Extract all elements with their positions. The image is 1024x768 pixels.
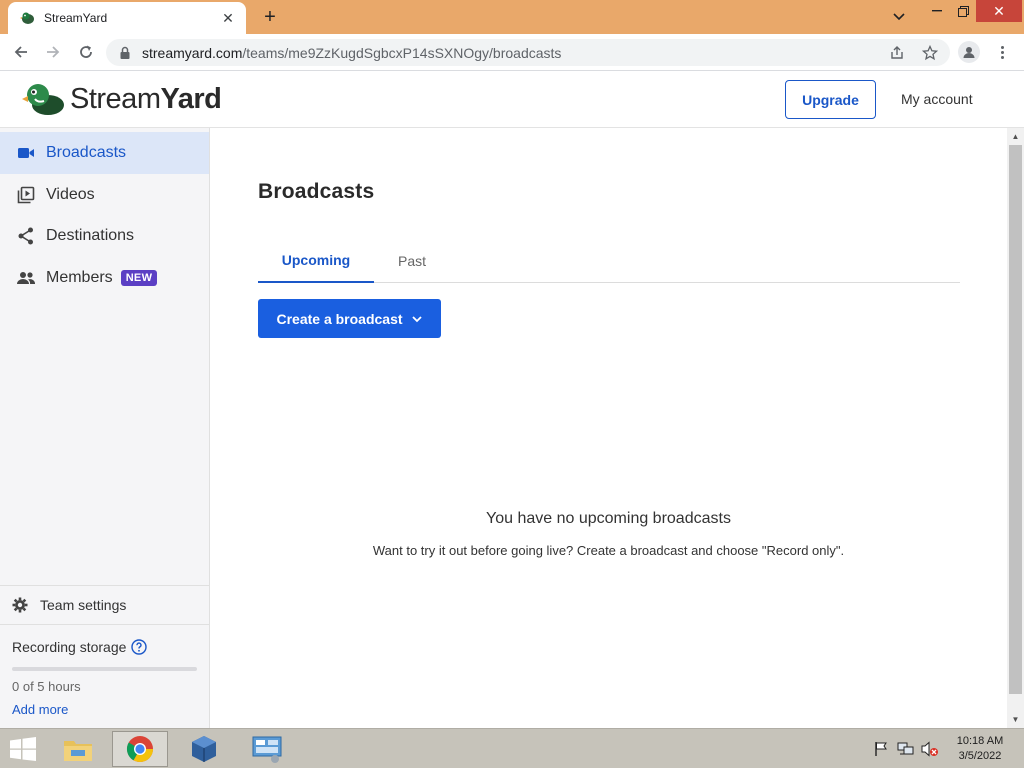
tab-past[interactable]: Past (374, 238, 450, 283)
video-library-icon (16, 185, 36, 205)
storage-progress-bar (12, 667, 197, 671)
sidebar-item-label: Destinations (46, 227, 135, 244)
recording-storage-label: Recording storage (12, 639, 148, 655)
broadcast-tabs: Upcoming Past (258, 238, 960, 283)
action-center-flag-icon[interactable] (872, 741, 890, 757)
new-tab-button[interactable]: + (258, 6, 282, 28)
sidebar-item-destinations[interactable]: Destinations (0, 215, 209, 257)
file-explorer-taskbar-icon[interactable] (50, 731, 106, 767)
main-content: Broadcasts Upcoming Past Create a broadc… (210, 128, 1007, 728)
clock-date: 3/5/2022 (958, 750, 1002, 762)
tab-search-chevron-icon[interactable] (888, 6, 910, 28)
add-more-link[interactable]: Add more (12, 702, 68, 717)
scroll-up-arrow-icon[interactable]: ▲ (1007, 128, 1024, 145)
window-restore-button[interactable] (950, 0, 976, 22)
sidebar-divider (0, 624, 209, 625)
people-icon (16, 268, 36, 288)
browser-menu-kebab-icon[interactable] (994, 42, 1010, 62)
forward-arrow-icon[interactable] (42, 41, 64, 63)
team-settings-link[interactable]: Team settings (0, 586, 209, 624)
sidebar-item-label: Broadcasts (46, 144, 127, 161)
taskbar-clock[interactable]: 10:18 AM 3/5/2022 (946, 734, 1014, 764)
chrome-taskbar-icon[interactable] (112, 731, 168, 767)
address-bar[interactable]: streamyard.com/teams/me9ZzKugdSgbcxP14sS… (106, 39, 950, 66)
bookmark-star-icon[interactable] (921, 44, 939, 62)
browser-toolbar: streamyard.com/teams/me9ZzKugdSgbcxP14sS… (0, 34, 1024, 71)
control-panel-taskbar-icon[interactable] (239, 731, 295, 767)
duck-logo-icon (22, 84, 64, 115)
chevron-down-icon (411, 315, 422, 322)
windows-taskbar: 10:18 AM 3/5/2022 (0, 728, 1024, 768)
create-broadcast-button[interactable]: Create a broadcast (258, 299, 441, 338)
sidebar-item-members[interactable]: Members NEW (0, 257, 209, 299)
window-close-button[interactable]: ✕ (976, 0, 1022, 22)
tab-close-icon[interactable]: ✕ (220, 10, 236, 26)
volume-muted-icon[interactable] (921, 741, 939, 757)
browser-tab-strip: StreamYard ✕ + ✕ (0, 0, 1024, 34)
window-minimize-button[interactable] (924, 0, 950, 22)
sidebar-item-label: Members (46, 269, 113, 286)
tab-upcoming[interactable]: Upcoming (258, 238, 374, 283)
share-page-icon[interactable] (888, 44, 906, 62)
new-badge: NEW (120, 270, 158, 286)
streamyard-favicon-icon (20, 12, 34, 24)
sidebar-item-videos[interactable]: Videos (0, 174, 209, 216)
my-account-link[interactable]: My account (901, 91, 973, 107)
share-icon (16, 226, 36, 246)
reload-icon[interactable] (75, 41, 97, 63)
url-host: streamyard.com (142, 44, 243, 61)
scroll-down-arrow-icon[interactable]: ▼ (1007, 711, 1024, 728)
app-header: StreamYard Upgrade My account (0, 71, 1024, 128)
video-camera-icon (16, 143, 36, 163)
virtualbox-taskbar-icon[interactable] (176, 731, 232, 767)
network-icon[interactable] (897, 741, 915, 757)
clock-time: 10:18 AM (956, 735, 1004, 747)
team-settings-label: Team settings (40, 597, 127, 613)
url-text: streamyard.com/teams/me9ZzKugdSgbcxP14sS… (142, 45, 561, 61)
create-broadcast-label: Create a broadcast (276, 310, 403, 327)
url-path: /teams/me9ZzKugdSgbcxP14sSXNOgy/broadcas… (242, 44, 562, 61)
tab-title: StreamYard (44, 11, 108, 25)
recording-storage-text: Recording storage (12, 639, 127, 655)
logo-text-stream: Stream (70, 82, 161, 115)
storage-used-text: 0 of 5 hours (12, 679, 81, 694)
logo-wordmark: StreamYard (70, 82, 222, 116)
back-arrow-icon[interactable] (10, 41, 32, 63)
empty-state-title: You have no upcoming broadcasts (486, 510, 731, 527)
scroll-thumb[interactable] (1009, 145, 1022, 694)
browser-tab[interactable]: StreamYard ✕ (8, 2, 246, 34)
sidebar: Broadcasts Videos Destinations Members N… (0, 128, 210, 728)
gear-icon (12, 597, 28, 613)
page-scrollbar[interactable]: ▲ ▼ (1007, 128, 1024, 728)
sidebar-item-label: Videos (46, 186, 95, 203)
profile-avatar-icon[interactable] (958, 41, 980, 63)
logo-text-yard: Yard (160, 82, 222, 115)
page-title: Broadcasts (258, 180, 375, 203)
lock-icon (120, 46, 130, 59)
upgrade-button[interactable]: Upgrade (785, 80, 876, 119)
empty-state-hint: Want to try it out before going live? Cr… (372, 543, 845, 558)
windows-start-icon[interactable] (6, 735, 40, 763)
sidebar-item-broadcasts[interactable]: Broadcasts (0, 132, 209, 174)
help-circle-icon[interactable] (131, 639, 148, 655)
streamyard-logo[interactable]: StreamYard (22, 81, 222, 117)
